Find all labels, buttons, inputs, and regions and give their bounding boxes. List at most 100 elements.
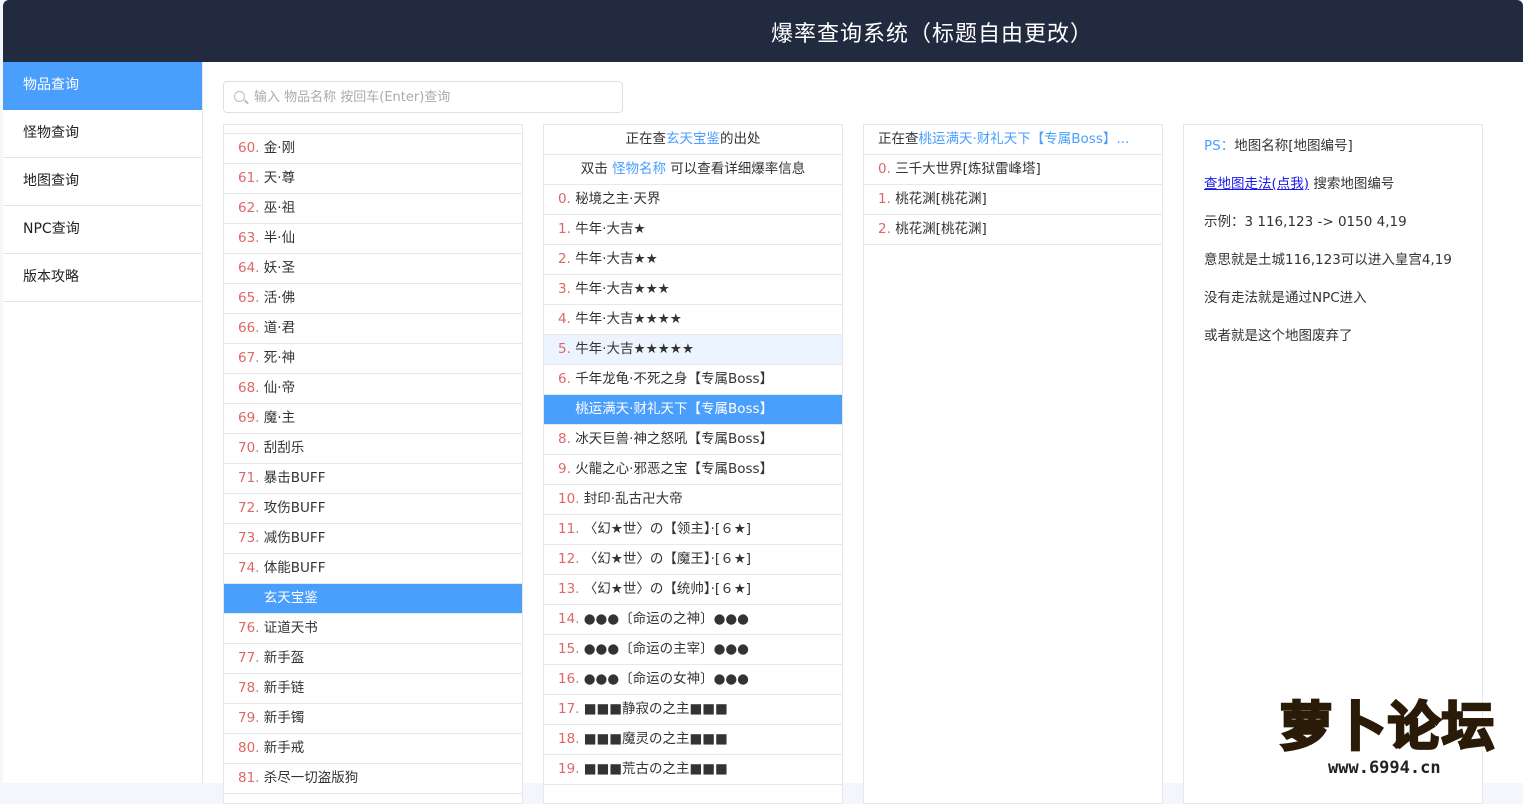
item-name: 新手镯 xyxy=(263,710,305,726)
list-item[interactable]: 64. 妖·圣 xyxy=(224,254,522,284)
list-item[interactable]: 73. 减伤BUFF xyxy=(224,524,522,554)
item-name: 〈幻★世〉の【魔王】·[６★] xyxy=(583,551,752,567)
list-item[interactable]: 3. 牛年·大吉★★★ xyxy=(544,275,842,305)
item-name: ■■■静寂の之主■■■ xyxy=(583,701,728,717)
list-item[interactable]: 76. 证道天书 xyxy=(224,614,522,644)
item-name: 牛年·大吉★ xyxy=(575,221,646,237)
list-item[interactable]: 60. 金·刚 xyxy=(224,134,522,164)
list-item[interactable]: 12. 〈幻★世〉の【魔王】·[６★] xyxy=(544,545,842,575)
item-number: 66. xyxy=(238,320,260,336)
item-number: 70. xyxy=(238,440,260,456)
search-input[interactable] xyxy=(254,82,614,112)
item-name: 魔·主 xyxy=(263,410,296,426)
list-item[interactable]: 1. 桃花渊[桃花渊] xyxy=(864,185,1162,215)
list-item[interactable]: 18. ■■■魔灵の之主■■■ xyxy=(544,725,842,755)
item-name: 减伤BUFF xyxy=(263,530,326,546)
list-item[interactable]: 81. 杀尽一切盗版狗 xyxy=(224,764,522,794)
list-item[interactable]: 72. 攻伤BUFF xyxy=(224,494,522,524)
monster-panel-header: 正在查玄天宝鉴的出处 xyxy=(544,125,842,155)
item-name: ■■■荒古の之主■■■ xyxy=(583,761,728,777)
item-name: 金·刚 xyxy=(263,140,296,156)
map-route-link[interactable]: 查地图走法(点我) xyxy=(1204,176,1309,192)
list-item[interactable]: 67. 死·神 xyxy=(224,344,522,374)
watermark-url: www.6994.cn xyxy=(1328,758,1441,778)
list-item[interactable]: 8. 冰天巨兽·神之怒吼【专属Boss】 xyxy=(544,425,842,455)
list-item[interactable]: 4. 牛年·大吉★★★★ xyxy=(544,305,842,335)
search-box xyxy=(223,81,623,113)
sidebar-item-npc[interactable]: NPC查询 xyxy=(3,206,202,254)
item-name: 玄天宝鉴 xyxy=(263,590,318,606)
item-name: 死·神 xyxy=(263,350,296,366)
list-item[interactable]: 7. 桃运满天·财礼天下【专属Boss】 xyxy=(544,395,842,425)
list-item[interactable]: 71. 暴击BUFF xyxy=(224,464,522,494)
item-name: 新手盔 xyxy=(263,650,305,666)
list-item[interactable]: 65. 活·佛 xyxy=(224,284,522,314)
item-number: 60. xyxy=(238,140,260,156)
ps-label: PS： xyxy=(1204,138,1235,154)
app-header: 爆率查询系统（标题自由更改） xyxy=(3,0,1523,62)
info-ps: PS：地图名称[地图编号] xyxy=(1204,131,1462,169)
list-item[interactable]: 11. 〈幻★世〉の【领主】·[６★] xyxy=(544,515,842,545)
header-suffix: 的出处 xyxy=(720,131,761,147)
item-name: 〈幻★世〉の【统帅】·[６★] xyxy=(583,581,752,597)
list-item[interactable]: 69. 魔·主 xyxy=(224,404,522,434)
sidebar-item-monsters[interactable]: 怪物查询 xyxy=(3,110,202,158)
sidebar: 物品查询 怪物查询 地图查询 NPC查询 版本攻略 xyxy=(3,62,203,783)
item-name: 牛年·大吉★★★★ xyxy=(575,311,682,327)
list-item[interactable]: 66. 道·君 xyxy=(224,314,522,344)
item-name: 牛年·大吉★★★ xyxy=(575,281,670,297)
item-name: 巫·祖 xyxy=(263,200,296,216)
list-item[interactable]: 0. 三千大世界[炼狱雷峰塔] xyxy=(864,155,1162,185)
map-list-panel[interactable]: 正在查桃运满天·财礼天下【专属Boss】... 0. 三千大世界[炼狱雷峰塔] 1… xyxy=(863,124,1163,804)
list-item[interactable]: 2. 牛年·大吉★★ xyxy=(544,245,842,275)
list-item[interactable]: 15. ●●●〔命运の主宰〕●●● xyxy=(544,635,842,665)
selected-monster-name: 桃运满天·财礼天下【专属Boss】... xyxy=(918,131,1130,147)
hint-monster-name: 怪物名称 xyxy=(612,161,666,177)
list-item[interactable]: 78. 新手链 xyxy=(224,674,522,704)
list-item[interactable]: 17. ■■■静寂の之主■■■ xyxy=(544,695,842,725)
list-item[interactable]: 9. 火龍之心·邪恶之宝【专属Boss】 xyxy=(544,455,842,485)
list-item[interactable]: 63. 半·仙 xyxy=(224,224,522,254)
list-item[interactable]: 75. 玄天宝鉴 xyxy=(224,584,522,614)
list-item[interactable]: 77. 新手盔 xyxy=(224,644,522,674)
item-name: ■■■魔灵の之主■■■ xyxy=(583,731,728,747)
item-number: 5. xyxy=(558,341,571,357)
list-item[interactable]: 68. 仙·帝 xyxy=(224,374,522,404)
item-number: 13. xyxy=(558,581,580,597)
items-list-panel[interactable]: 60. 金·刚 61. 天·尊 62. 巫·祖 63. 半·仙 64. 妖·圣 65. 活… xyxy=(223,124,523,804)
sidebar-item-guide[interactable]: 版本攻略 xyxy=(3,254,202,302)
item-number: 7. xyxy=(558,401,571,417)
list-item[interactable]: 13. 〈幻★世〉の【统帅】·[６★] xyxy=(544,575,842,605)
monster-list-panel[interactable]: 正在查玄天宝鉴的出处 双击 怪物名称 可以查看详细爆率信息 0. 秘境之主·天界… xyxy=(543,124,843,804)
item-number: 1. xyxy=(558,221,571,237)
item-number: 65. xyxy=(238,290,260,306)
item-number: 9. xyxy=(558,461,571,477)
sidebar-item-items[interactable]: 物品查询 xyxy=(3,62,202,110)
item-name: 妖·圣 xyxy=(263,260,296,276)
list-item[interactable]: 16. ●●●〔命运の女神〕●●● xyxy=(544,665,842,695)
list-item[interactable]: 6. 千年龙龟·不死之身【专属Boss】 xyxy=(544,365,842,395)
list-item[interactable]: 79. 新手镯 xyxy=(224,704,522,734)
list-item[interactable]: 70. 刮刮乐 xyxy=(224,434,522,464)
item-number: 0. xyxy=(878,161,891,177)
item-name: 新手链 xyxy=(263,680,305,696)
list-item[interactable]: 19. ■■■荒古の之主■■■ xyxy=(544,755,842,785)
list-item[interactable]: 10. 封印·乱古卍大帝 xyxy=(544,485,842,515)
monster-panel-hint: 双击 怪物名称 可以查看详细爆率信息 xyxy=(544,155,842,185)
list-item[interactable]: 1. 牛年·大吉★ xyxy=(544,215,842,245)
info-example: 示例：3 116,123 -> 0150 4,19 xyxy=(1204,214,1407,230)
item-name: 仙·帝 xyxy=(263,380,296,396)
list-item[interactable]: 2. 桃花渊[桃花渊] xyxy=(864,215,1162,245)
list-item[interactable]: 0. 秘境之主·天界 xyxy=(544,185,842,215)
item-name: 杀尽一切盗版狗 xyxy=(263,770,359,786)
sidebar-item-maps[interactable]: 地图查询 xyxy=(3,158,202,206)
item-number: 8. xyxy=(558,431,571,447)
selected-item-name: 玄天宝鉴 xyxy=(666,131,720,147)
list-item[interactable]: 61. 天·尊 xyxy=(224,164,522,194)
list-item[interactable]: 62. 巫·祖 xyxy=(224,194,522,224)
link-suffix: 搜索地图编号 xyxy=(1313,176,1395,192)
list-item[interactable]: 14. ●●●〔命运の之神〕●●● xyxy=(544,605,842,635)
list-item[interactable]: 5. 牛年·大吉★★★★★ xyxy=(544,335,842,365)
list-item[interactable]: 74. 体能BUFF xyxy=(224,554,522,584)
list-item[interactable]: 80. 新手戒 xyxy=(224,734,522,764)
